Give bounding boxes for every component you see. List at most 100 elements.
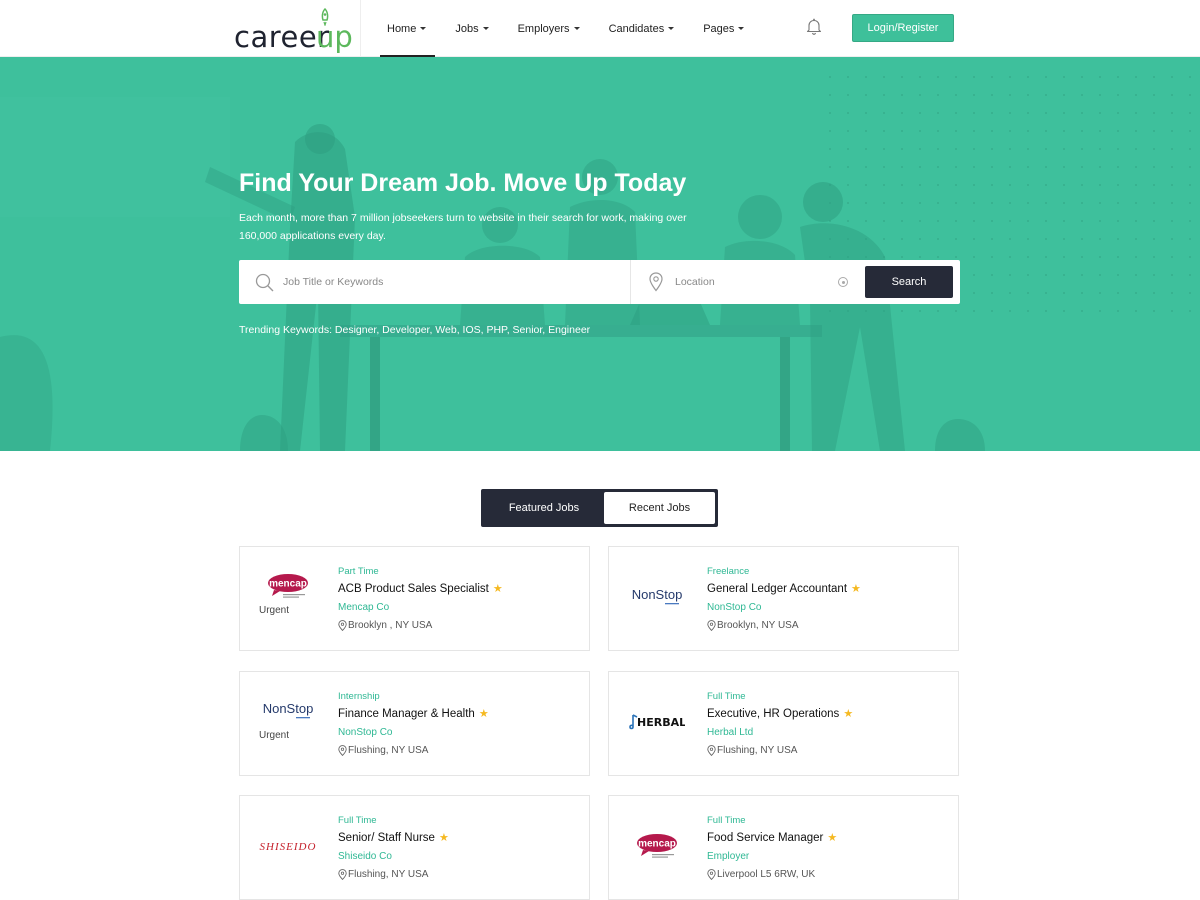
keyword-input[interactable] [283,270,613,294]
search-button[interactable]: Search [865,266,953,298]
job-title-text[interactable]: General Ledger Accountant [707,583,847,595]
logo-wordmark: HERBAL [637,716,685,729]
nav-candidates[interactable]: Candidates [600,0,684,57]
job-card[interactable]: mencap Urgent Part Time ACB Product Sales S… [239,546,590,651]
hero-illustration [0,67,1200,451]
mencap-logo: mencap [268,574,308,598]
nav-jobs[interactable]: Jobs [446,0,497,57]
hero-title: Find Your Dream Job. Move Up Today [239,169,687,197]
job-location: Flushing, NY USA [338,745,428,756]
urgent-badge: Urgent [259,730,290,741]
trending-keywords: Trending Keywords: Designer, Developer, … [239,324,591,336]
login-register-button[interactable]: Login/Register [852,14,954,42]
job-type: Full Time [338,815,377,826]
job-tabs: Featured Jobs Recent Jobs [481,489,718,527]
nav-jobs-label: Jobs [455,22,479,35]
clear-location-icon[interactable] [838,277,848,287]
logo-wordmark: NonStop [632,587,683,602]
job-title[interactable]: Senior/ Staff Nurse ★ [338,831,449,844]
shiseido-logo: SHISEIDO [260,841,317,853]
company-name[interactable]: Mencap Co [338,602,389,613]
featured-star-icon: ★ [478,708,489,720]
caret-down-icon [482,27,489,30]
caret-down-icon [420,27,427,30]
location-pin-icon [707,745,716,756]
site-header: career up Home Jobs Employers Candidates… [0,0,1200,57]
location-pin-icon [338,745,347,756]
job-card[interactable]: mencap Full Time Food Service Manager ★ Empl… [608,795,959,900]
job-type: Full Time [707,691,746,702]
job-type: Internship [338,691,380,702]
job-title[interactable]: Executive, HR Operations ★ [707,707,853,720]
company-logo[interactable]: SHISEIDO [250,829,326,863]
job-title-text[interactable]: Executive, HR Operations [707,708,839,720]
tab-featured-jobs[interactable]: Featured Jobs [484,492,604,524]
location-pin-icon [707,620,716,631]
job-title-text[interactable]: Finance Manager & Health [338,708,475,720]
company-logo[interactable]: HERBAL [619,705,695,739]
tab-recent-jobs[interactable]: Recent Jobs [604,492,715,524]
company-logo[interactable]: mencap [619,829,695,863]
company-name[interactable]: Herbal Ltd [707,727,753,738]
herbal-logo: HERBAL [629,714,685,730]
company-name[interactable]: NonStop Co [707,602,761,613]
job-title[interactable]: Food Service Manager ★ [707,831,837,844]
job-title[interactable]: ACB Product Sales Specialist ★ [338,582,503,595]
search-divider [630,260,631,304]
nav-candidates-label: Candidates [608,22,665,35]
location-pin-icon [649,272,663,292]
company-name[interactable]: Shiseido Co [338,851,392,862]
job-card[interactable]: SHISEIDO Full Time Senior/ Staff Nurse ★ Shi… [239,795,590,900]
rocket-icon [321,8,329,26]
nav-pages-label: Pages [703,22,735,35]
job-location: Brooklyn, NY USA [707,620,799,631]
featured-star-icon: ★ [851,583,861,595]
caret-down-icon [668,27,675,30]
nav-employers[interactable]: Employers [509,0,589,57]
job-location: Flushing, NY USA [338,869,428,880]
nav-pages[interactable]: Pages [694,0,753,57]
location-text: Flushing, NY USA [348,869,429,880]
logo-wordmark: mencap [269,579,307,590]
logo-wordmark: mencap [638,839,676,850]
urgent-badge: Urgent [259,605,290,616]
company-name[interactable]: Employer [707,851,749,862]
location-text: Flushing, NY USA [348,745,429,756]
nav-home-label: Home [387,22,417,35]
company-logo[interactable]: mencap [250,569,326,603]
nonstop-logo: NonStop [263,701,314,719]
job-title[interactable]: Finance Manager & Health ★ [338,707,489,720]
job-title-text[interactable]: Food Service Manager [707,832,823,844]
nav-employers-label: Employers [517,22,570,35]
location-pin-icon [707,869,716,880]
logo-wordmark: NonStop [263,701,314,716]
location-text: Brooklyn, NY USA [717,620,799,631]
company-logo[interactable]: NonStop [619,580,695,614]
job-card[interactable]: HERBAL Full Time Executive, HR Operations ★… [608,671,959,776]
location-input[interactable] [675,270,825,294]
company-name[interactable]: NonStop Co [338,727,392,738]
nav-home[interactable]: Home [378,0,436,57]
job-location: Liverpool L5 6RW, UK [707,869,815,880]
hero-section: Find Your Dream Job. Move Up Today Each … [0,57,1200,451]
hero-subtitle: Each month, more than 7 million jobseeke… [239,212,687,242]
job-title-text[interactable]: ACB Product Sales Specialist [338,583,489,595]
job-type: Part Time [338,566,379,577]
job-search-bar: Search [239,260,960,304]
job-title-text[interactable]: Senior/ Staff Nurse [338,832,435,844]
notification-bell-icon[interactable] [804,17,824,37]
location-text: Liverpool L5 6RW, UK [717,869,816,880]
logo-wordmark: SHISEIDO [260,841,317,853]
featured-star-icon: ★ [438,832,449,844]
job-card[interactable]: NonStop Urgent Internship Finance Manager &… [239,671,590,776]
logo[interactable]: career up [234,8,353,54]
job-card[interactable]: NonStop Freelance General Ledger Accountan… [608,546,959,651]
location-text: Brooklyn , NY USA [348,620,433,631]
location-text: Flushing, NY USA [717,745,798,756]
mencap-logo: mencap [637,834,677,858]
caret-down-icon [738,27,745,30]
nonstop-logo: NonStop [632,587,683,605]
job-title[interactable]: General Ledger Accountant ★ [707,582,861,595]
job-location: Brooklyn , NY USA [338,620,432,631]
company-logo[interactable]: NonStop [250,694,326,728]
